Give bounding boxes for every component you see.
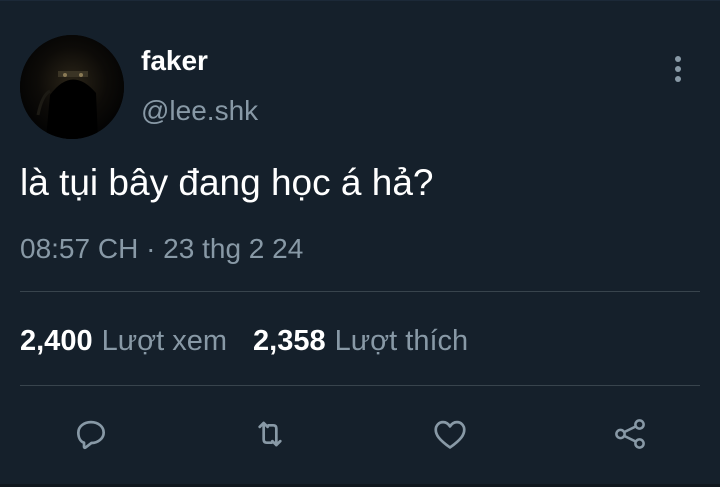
display-name[interactable]: faker: [141, 43, 208, 79]
retweet-icon: [258, 421, 282, 447]
avatar-image: [20, 35, 124, 139]
reply-button[interactable]: [68, 411, 114, 457]
tweet-timestamp[interactable]: 08:57 CH · 23 thg 2 24: [20, 231, 303, 267]
views-stat[interactable]: 2,400 Lượt xem: [20, 322, 227, 360]
views-label: Lượt xem: [101, 325, 228, 357]
retweet-button[interactable]: [247, 411, 293, 457]
divider: [20, 291, 700, 292]
tweet-actions-bar: [0, 411, 720, 457]
like-icon: [434, 420, 466, 449]
more-options-button[interactable]: [664, 53, 692, 85]
likes-stat[interactable]: 2,358 Lượt thích: [253, 322, 468, 360]
share-button[interactable]: [607, 411, 653, 457]
views-count: 2,400: [20, 325, 93, 357]
more-icon-dot: [675, 76, 681, 82]
more-icon: [675, 56, 681, 62]
like-button[interactable]: [427, 411, 473, 457]
likes-label: Lượt thích: [334, 325, 469, 357]
more-icon-dot: [675, 66, 681, 72]
reply-icon: [76, 420, 106, 450]
likes-count: 2,358: [253, 325, 326, 357]
tweet-text: là tụi bây đang học á hả?: [20, 162, 434, 203]
avatar[interactable]: [20, 35, 124, 139]
share-icon: [615, 419, 645, 449]
divider: [20, 385, 700, 386]
tweet-detail: faker @lee.shk là tụi bây đang học á hả?…: [0, 0, 720, 487]
user-handle[interactable]: @lee.shk: [141, 93, 258, 129]
tweet-stats: 2,400 Lượt xem 2,358 Lượt thích: [20, 322, 468, 360]
